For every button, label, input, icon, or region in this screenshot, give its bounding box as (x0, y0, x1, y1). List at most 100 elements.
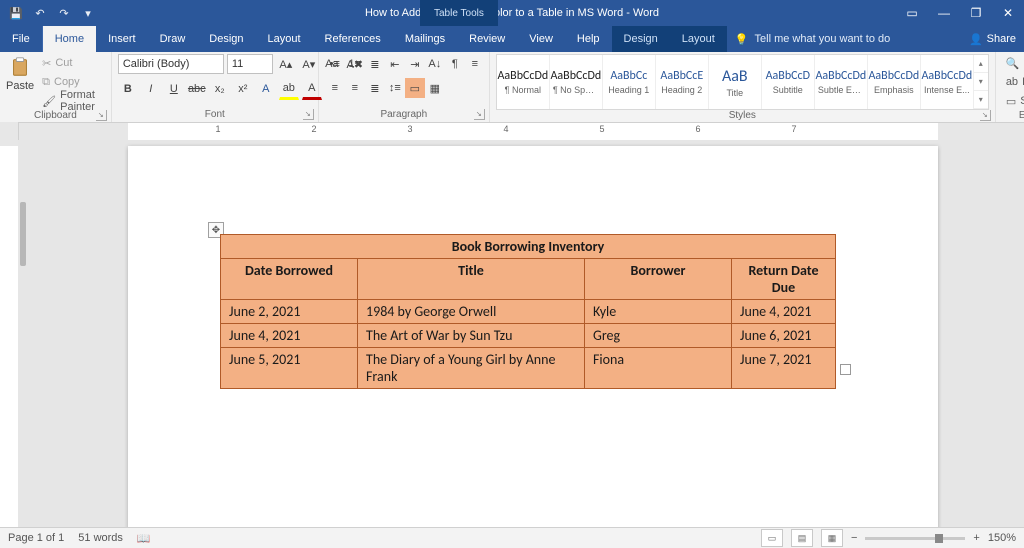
style-item[interactable]: AaBbCcHeading 1 (603, 55, 656, 109)
zoom-in-button[interactable]: + (973, 532, 979, 544)
multilevel-list-icon[interactable]: ≣ (365, 54, 385, 74)
replace-button[interactable]: abReplace (1002, 73, 1024, 91)
table-cell[interactable]: June 7, 2021 (732, 348, 836, 389)
document-table[interactable]: Book Borrowing Inventory Date Borrowed T… (220, 234, 836, 389)
zoom-slider-thumb[interactable] (935, 534, 943, 543)
share-button[interactable]: 👤 Share (969, 26, 1016, 52)
shrink-font-icon[interactable]: A▾ (299, 54, 319, 74)
decrease-indent-icon[interactable]: ⇤ (385, 54, 405, 74)
align-center-icon[interactable]: ≡ (325, 78, 345, 98)
table-cell[interactable]: June 6, 2021 (732, 324, 836, 348)
tab-mailings[interactable]: Mailings (393, 26, 457, 52)
paste-button[interactable]: Paste (6, 54, 34, 92)
style-item[interactable]: AaBbCcDdEmphasis (868, 55, 921, 109)
clipboard-launcher-icon[interactable]: ↘ (96, 110, 107, 121)
restore-button[interactable]: ❐ (960, 0, 992, 26)
text-effects-icon[interactable]: A (256, 79, 276, 99)
table-row[interactable]: June 5, 2021 The Diary of a Young Girl b… (221, 348, 836, 389)
show-marks-icon[interactable]: ¶ (445, 54, 465, 74)
tab-layout[interactable]: Layout (256, 26, 313, 52)
styles-scroller[interactable]: ▴▾▾ (974, 55, 988, 109)
find-button[interactable]: 🔍Find▾ (1002, 54, 1024, 72)
redo-icon[interactable]: ↷ (54, 3, 74, 23)
select-button[interactable]: ▭Select▾ (1002, 92, 1024, 110)
numbering-icon[interactable]: 1≡ (345, 54, 365, 74)
table-row[interactable]: June 2, 2021 1984 by George Orwell Kyle … (221, 300, 836, 324)
style-item[interactable]: AaBbCcDd¶ Normal (497, 55, 550, 109)
chevron-down-icon[interactable]: ▾ (974, 73, 988, 91)
justify-icon[interactable]: ≣ (365, 78, 385, 98)
vertical-ruler[interactable] (0, 122, 19, 528)
tab-file[interactable]: File (0, 26, 43, 52)
table-cell[interactable]: June 5, 2021 (221, 348, 358, 389)
qat-customize-icon[interactable]: ▾ (78, 3, 98, 23)
page-count-label[interactable]: Page 1 of 1 (8, 532, 64, 544)
ribbon-display-options-icon[interactable]: ▭ (896, 0, 928, 26)
cut-button[interactable]: ✂Cut (38, 54, 105, 72)
navigation-thumb[interactable] (20, 202, 26, 266)
tab-review[interactable]: Review (457, 26, 517, 52)
page[interactable]: ✥ Book Borrowing Inventory Date Borrowed… (128, 146, 938, 528)
chevron-up-icon[interactable]: ▴ (974, 55, 988, 73)
style-item[interactable]: AaBbCcDd¶ No Spac... (550, 55, 603, 109)
style-item[interactable]: AaBbCcDdIntense E... (921, 55, 974, 109)
table-title-cell[interactable]: Book Borrowing Inventory (221, 235, 836, 259)
table-cell[interactable]: The Art of War by Sun Tzu (358, 324, 585, 348)
table-cell[interactable]: Greg (585, 324, 732, 348)
borders-icon[interactable]: ▦ (425, 78, 445, 98)
underline-button[interactable]: U (164, 79, 184, 99)
tell-me-search[interactable]: 💡 Tell me what you want to do (735, 26, 890, 52)
format-painter-button[interactable]: 🖌Format Painter (38, 92, 105, 110)
table-row[interactable]: June 4, 2021 The Art of War by Sun Tzu G… (221, 324, 836, 348)
tab-references[interactable]: References (313, 26, 393, 52)
grow-font-icon[interactable]: A▴ (276, 54, 296, 74)
zoom-slider[interactable] (865, 537, 965, 540)
undo-icon[interactable]: ↶ (30, 3, 50, 23)
tab-table-layout[interactable]: Layout (670, 26, 727, 52)
font-name-combo[interactable]: Calibri (Body) (118, 54, 224, 74)
table-cell[interactable]: June 4, 2021 (732, 300, 836, 324)
tab-view[interactable]: View (517, 26, 565, 52)
styles-gallery[interactable]: AaBbCcDd¶ NormalAaBbCcDd¶ No Spac...AaBb… (496, 54, 989, 110)
close-button[interactable]: ✕ (992, 0, 1024, 26)
tab-home[interactable]: Home (43, 26, 96, 52)
align-right-icon[interactable]: ≡ (345, 78, 365, 98)
line-spacing-icon[interactable]: ↕≡ (385, 78, 405, 98)
tab-insert[interactable]: Insert (96, 26, 148, 52)
increase-indent-icon[interactable]: ⇥ (405, 54, 425, 74)
bold-button[interactable]: B (118, 79, 138, 99)
tab-draw[interactable]: Draw (148, 26, 198, 52)
save-icon[interactable]: 💾 (6, 3, 26, 23)
minimize-button[interactable]: — (928, 0, 960, 26)
copy-button[interactable]: ⧉Copy (38, 73, 105, 91)
table-row[interactable]: Date Borrowed Title Borrower Return Date… (221, 259, 836, 300)
table-cell[interactable]: 1984 by George Orwell (358, 300, 585, 324)
bullets-icon[interactable]: •≡ (325, 54, 345, 74)
italic-button[interactable]: I (141, 79, 161, 99)
align-left-icon[interactable]: ≡ (465, 54, 485, 74)
document-area[interactable]: ✥ Book Borrowing Inventory Date Borrowed… (18, 140, 1024, 528)
superscript-button[interactable]: x² (233, 79, 253, 99)
table-cell[interactable]: The Diary of a Young Girl by Anne Frank (358, 348, 585, 389)
sort-icon[interactable]: A↓ (425, 54, 445, 74)
tab-help[interactable]: Help (565, 26, 612, 52)
table-header-cell[interactable]: Date Borrowed (221, 259, 358, 300)
shading-icon[interactable]: ▭ (405, 78, 425, 98)
spell-check-icon[interactable]: 📖 (137, 532, 151, 545)
font-launcher-icon[interactable]: ↘ (303, 109, 314, 120)
style-item[interactable]: AaBTitle (709, 55, 762, 109)
print-layout-icon[interactable]: ▤ (791, 529, 813, 547)
zoom-out-button[interactable]: − (851, 532, 857, 544)
web-layout-icon[interactable]: ▦ (821, 529, 843, 547)
zoom-level-label[interactable]: 150% (988, 532, 1016, 544)
table-header-cell[interactable]: Borrower (585, 259, 732, 300)
word-count-label[interactable]: 51 words (78, 532, 123, 544)
read-mode-icon[interactable]: ▭ (761, 529, 783, 547)
tab-design[interactable]: Design (197, 26, 255, 52)
styles-launcher-icon[interactable]: ↘ (980, 110, 991, 121)
tab-table-design[interactable]: Design (612, 26, 670, 52)
more-styles-icon[interactable]: ▾ (974, 91, 988, 109)
style-item[interactable]: AaBbCcDSubtitle (762, 55, 815, 109)
table-cell[interactable]: June 4, 2021 (221, 324, 358, 348)
subscript-button[interactable]: x₂ (210, 79, 230, 99)
